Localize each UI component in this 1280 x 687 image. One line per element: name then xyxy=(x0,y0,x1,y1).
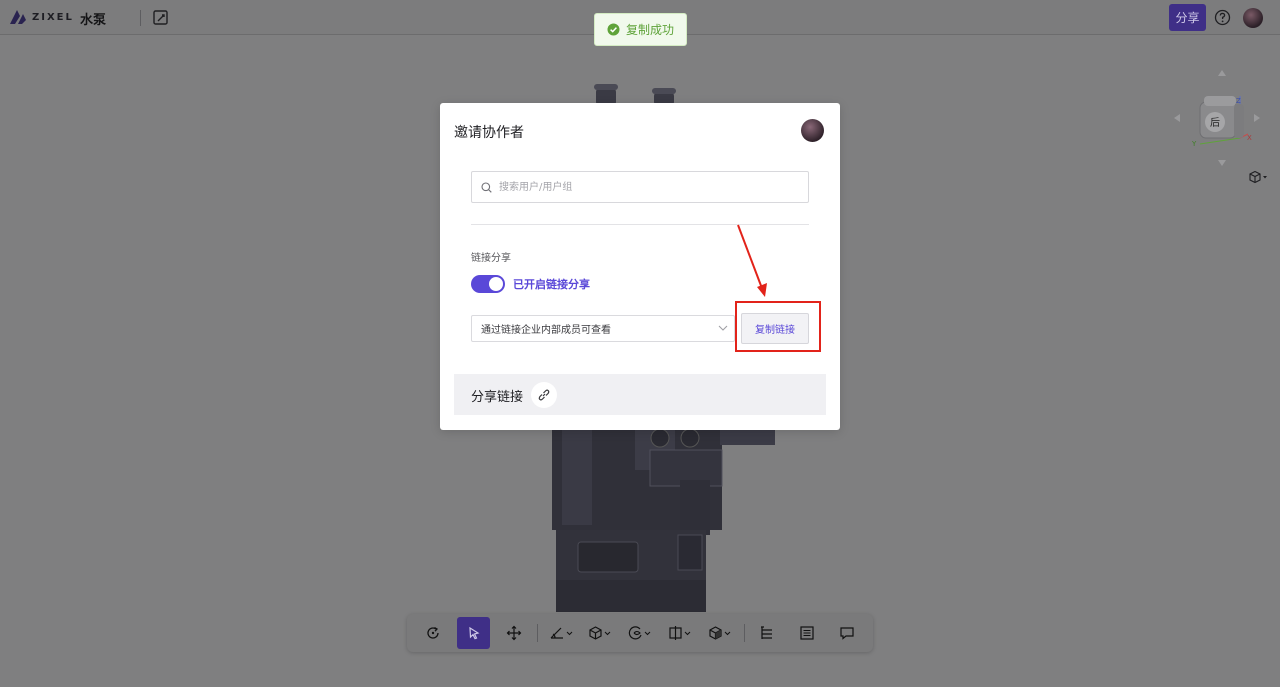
search-icon xyxy=(481,181,492,193)
document-title: 水泵 xyxy=(80,13,107,28)
logo-icon xyxy=(10,10,26,24)
share-link-label: 分享链接 xyxy=(471,390,524,405)
link-share-toggle[interactable] xyxy=(471,275,505,293)
select-tool-button[interactable] xyxy=(457,617,490,649)
toast-message: 复制成功 xyxy=(625,23,674,37)
material-icon xyxy=(628,626,651,640)
dialog-title: 邀请协作者 xyxy=(454,125,524,141)
logo-text: ZIXEL xyxy=(32,11,74,23)
chevron-down-icon xyxy=(718,325,728,331)
move-tool-button[interactable] xyxy=(502,617,526,649)
bottom-toolbar xyxy=(407,614,873,652)
measure-tool-button[interactable] xyxy=(548,617,576,649)
select-cursor-icon xyxy=(468,626,479,640)
user-avatar[interactable] xyxy=(1243,8,1263,28)
toggle-knob xyxy=(489,277,503,291)
view-cube[interactable]: 后 Z X Y xyxy=(1172,68,1262,168)
invite-collaborators-dialog: 邀请协作者 链接分享 已开启链接分享 通过链接企业内部成员可查看 复制链接 分享… xyxy=(440,103,840,430)
edit-icon[interactable] xyxy=(152,9,170,27)
divider xyxy=(140,10,141,26)
move-icon xyxy=(506,625,522,641)
axis-z-label: Z xyxy=(1236,97,1241,105)
explode-icon xyxy=(589,626,611,640)
properties-icon xyxy=(800,626,814,640)
success-toast: 复制成功 xyxy=(594,13,687,46)
comment-icon xyxy=(840,627,854,640)
view-options-icon[interactable] xyxy=(1248,170,1270,184)
copy-link-icon-button[interactable] xyxy=(531,382,557,408)
section-tool-button[interactable] xyxy=(667,617,695,649)
app-logo[interactable]: ZIXEL xyxy=(8,8,74,26)
link-permission-select[interactable]: 通过链接企业内部成员可查看 xyxy=(471,315,735,342)
section-icon xyxy=(669,626,691,640)
share-button[interactable]: 分享 xyxy=(1169,4,1206,31)
comment-button[interactable] xyxy=(835,617,859,649)
rotate-button[interactable] xyxy=(421,617,445,649)
viewcube-face-label: 后 xyxy=(1210,117,1220,129)
owner-avatar xyxy=(801,119,824,142)
structure-tree-icon xyxy=(761,626,772,639)
permission-value: 通过链接企业内部成员可查看 xyxy=(481,325,611,336)
axis-x-label: X xyxy=(1247,134,1252,142)
material-tool-button[interactable] xyxy=(627,617,655,649)
axis-y-label: Y xyxy=(1191,140,1197,148)
toolbar-divider xyxy=(744,624,745,642)
link-share-section-label: 链接分享 xyxy=(471,253,511,264)
link-icon xyxy=(538,389,550,401)
search-input[interactable] xyxy=(497,180,791,194)
link-share-status: 已开启链接分享 xyxy=(513,278,590,291)
structure-tree-button[interactable] xyxy=(755,617,779,649)
measure-icon xyxy=(550,627,573,639)
help-icon[interactable] xyxy=(1214,9,1231,26)
check-circle-icon xyxy=(607,23,620,36)
share-link-bar: 分享链接 xyxy=(454,374,826,415)
view-mode-tool-button[interactable] xyxy=(707,617,735,649)
toolbar-divider xyxy=(537,624,538,642)
annotation-arrow-icon xyxy=(737,224,767,297)
search-field[interactable] xyxy=(471,171,809,203)
explode-tool-button[interactable] xyxy=(587,617,615,649)
view-mode-icon xyxy=(709,626,731,640)
rotate-icon xyxy=(427,626,439,639)
properties-button[interactable] xyxy=(795,617,819,649)
annotation-highlight-box xyxy=(735,301,821,352)
